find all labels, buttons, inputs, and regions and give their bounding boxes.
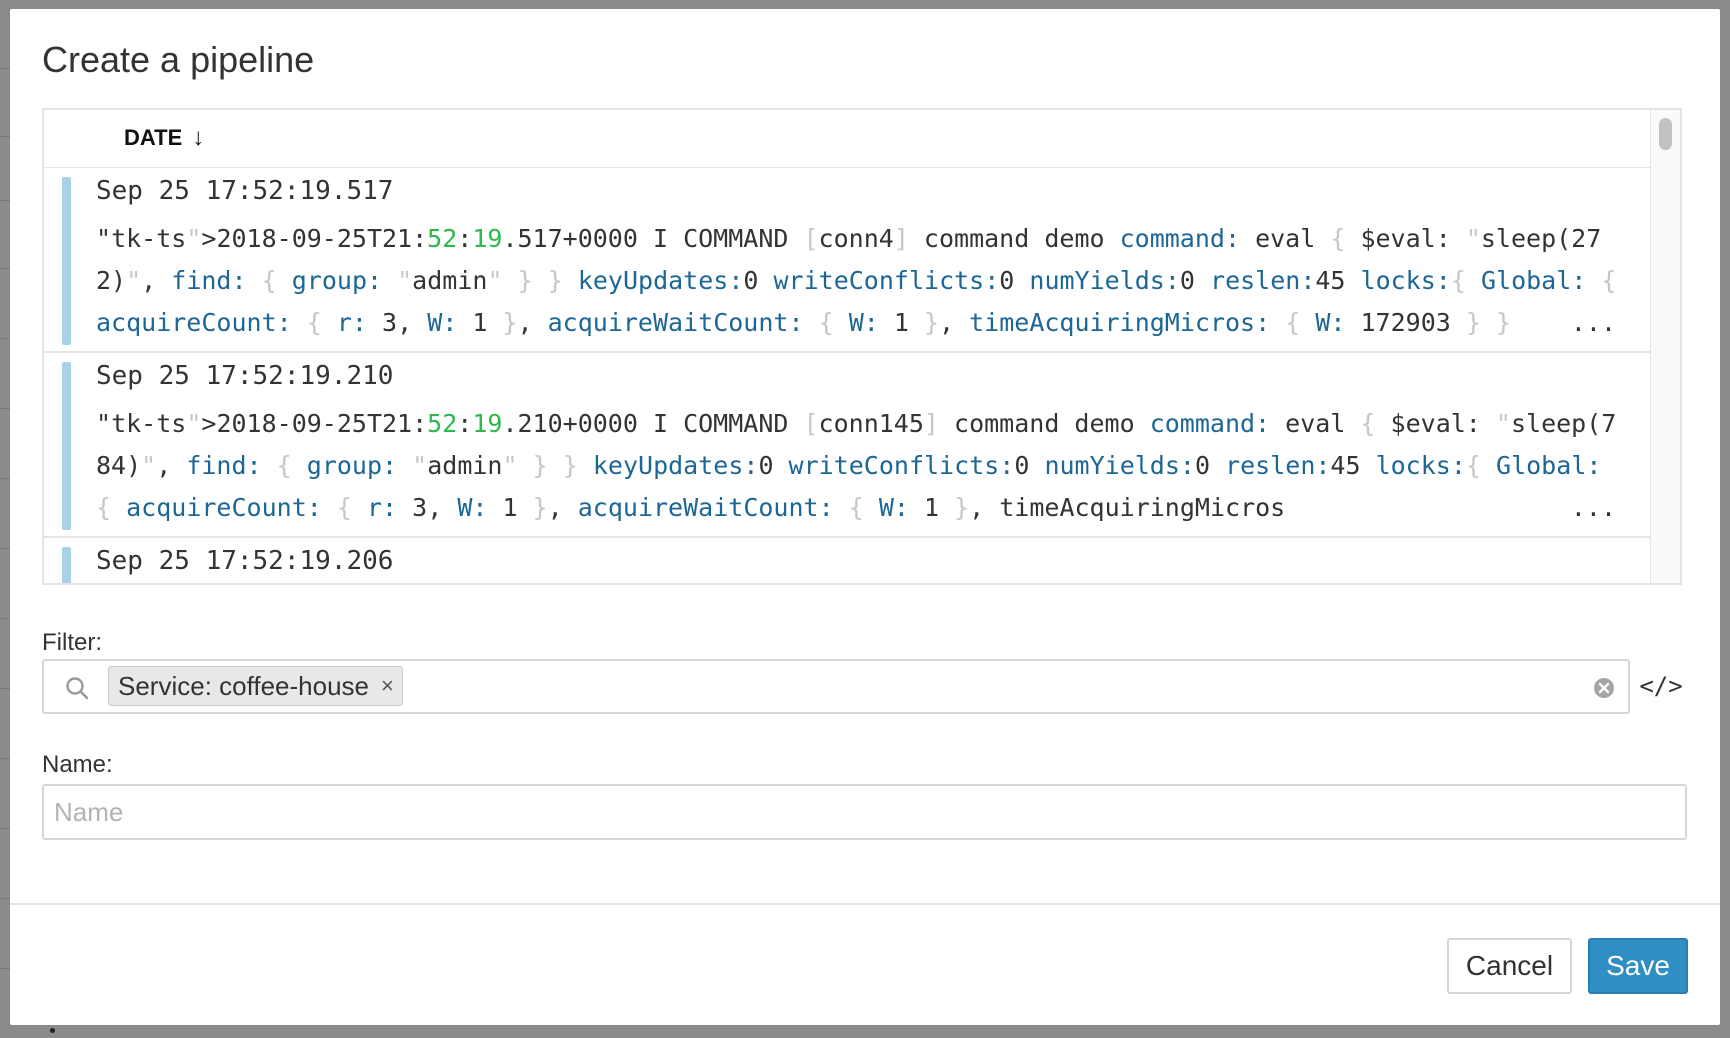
log-preview[interactable]: DATE ↓ Sep 25 17:52:19.517 "tk-ts">2018-… (42, 108, 1682, 585)
code-view-toggle[interactable]: </> (1635, 669, 1687, 703)
log-ellipsis: ... (1560, 308, 1616, 337)
log-row[interactable]: Sep 25 17:52:19.206 (44, 538, 1650, 583)
sort-descending-icon: ↓ (192, 124, 205, 151)
log-row[interactable]: Sep 25 17:52:19.210 "tk-ts">2018-09-25T2… (44, 353, 1650, 538)
log-row-accent (62, 177, 71, 345)
save-button[interactable]: Save (1588, 938, 1688, 994)
filter-tag-label: Service: coffee-house (118, 670, 369, 701)
log-scrollbar[interactable] (1650, 110, 1680, 583)
modal-title: Create a pipeline (42, 39, 315, 80)
cancel-button[interactable]: Cancel (1447, 938, 1572, 994)
scrollbar-thumb[interactable] (1659, 118, 1672, 150)
log-date: Sep 25 17:52:19.210 (96, 361, 394, 391)
log-ellipsis: ... (1560, 493, 1616, 522)
log-header: DATE ↓ (44, 110, 1650, 168)
log-message: "tk-ts">2018-09-25T21:52:19.210+0000 I C… (96, 409, 1617, 522)
create-pipeline-modal: Create a pipeline DATE ↓ Sep 25 17:52:19… (10, 9, 1720, 1025)
filter-label: Filter: (42, 629, 102, 656)
log-row[interactable]: Sep 25 17:52:19.517 "tk-ts">2018-09-25T2… (44, 168, 1650, 353)
search-icon (66, 677, 89, 700)
filter-tag-service[interactable]: Service: coffee-house × (108, 666, 403, 706)
log-date: Sep 25 17:52:19.517 (96, 176, 394, 206)
log-message: "tk-ts">2018-09-25T21:52:19.517+0000 I C… (96, 224, 1617, 337)
filter-input[interactable]: Service: coffee-house × (42, 659, 1630, 714)
footer-divider (10, 903, 1720, 905)
date-column-header[interactable]: DATE ↓ (124, 124, 204, 152)
background-dot (50, 1028, 55, 1033)
clear-icon[interactable] (1592, 676, 1616, 700)
name-input[interactable] (42, 784, 1687, 840)
log-row-accent (62, 547, 71, 583)
name-label: Name: (42, 751, 113, 778)
remove-tag-icon[interactable]: × (381, 673, 394, 699)
log-row-accent (62, 362, 71, 530)
date-header-label: DATE (124, 125, 183, 150)
log-date: Sep 25 17:52:19.206 (96, 546, 394, 576)
